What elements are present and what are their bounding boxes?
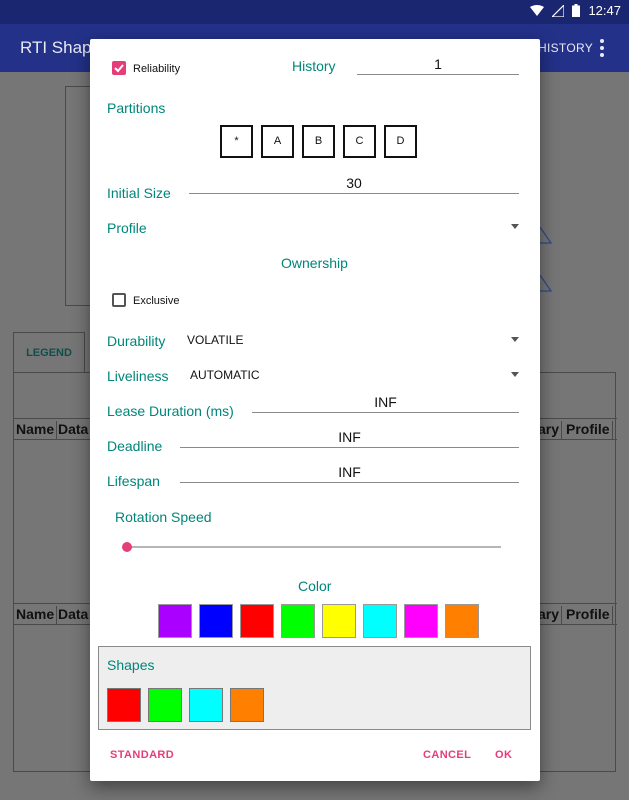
- lease-duration-input[interactable]: INF: [252, 394, 519, 410]
- signal-icon: [552, 4, 565, 17]
- clock: 12:47: [588, 3, 621, 18]
- history-input[interactable]: 1: [357, 56, 519, 72]
- initial-size-label: Initial Size: [107, 185, 171, 201]
- profile-dropdown-icon[interactable]: [511, 224, 519, 229]
- liveliness-dropdown-icon[interactable]: [511, 372, 519, 377]
- check-icon: [114, 64, 124, 73]
- rotation-speed-slider[interactable]: [126, 546, 501, 548]
- triangle-shape-icon: [538, 226, 552, 244]
- liveliness-spinner[interactable]: AUTOMATIC: [190, 368, 260, 382]
- legend-tab[interactable]: LEGEND: [13, 332, 85, 372]
- rotation-speed-slider-thumb[interactable]: [122, 542, 132, 552]
- lease-duration-label: Lease Duration (ms): [107, 403, 234, 419]
- column-header: Data: [56, 606, 92, 624]
- color-label: Color: [298, 578, 332, 594]
- history-underline: [357, 74, 519, 75]
- lifespan-input[interactable]: INF: [180, 464, 519, 480]
- color-swatch[interactable]: [199, 604, 233, 638]
- battery-icon: [572, 4, 581, 17]
- color-swatch[interactable]: [240, 604, 274, 638]
- exclusive-label: Exclusive: [133, 295, 180, 307]
- lifespan-underline: [180, 482, 519, 483]
- partition-d-button[interactable]: D: [384, 125, 417, 158]
- history-label: History: [292, 58, 336, 74]
- shape-swatch[interactable]: [230, 688, 264, 722]
- reliability-checkbox[interactable]: [112, 61, 126, 75]
- lease-duration-underline: [252, 412, 519, 413]
- color-swatch[interactable]: [445, 604, 479, 638]
- color-swatch[interactable]: [363, 604, 397, 638]
- partitions-label: Partitions: [107, 100, 166, 116]
- status-icons: 12:47: [530, 3, 621, 18]
- settings-dialog: Reliability History 1 Partitions * A B C…: [90, 39, 540, 781]
- durability-spinner[interactable]: VOLATILE: [187, 333, 243, 347]
- cancel-button[interactable]: CANCEL: [423, 749, 471, 761]
- ownership-label: Ownership: [281, 255, 348, 271]
- shape-swatch[interactable]: [148, 688, 182, 722]
- shapes-panel: Shapes: [98, 646, 531, 730]
- column-header: Name: [14, 606, 58, 624]
- status-bar: 12:47: [0, 0, 629, 24]
- partition-b-button[interactable]: B: [302, 125, 335, 158]
- color-swatch[interactable]: [281, 604, 315, 638]
- wifi-icon: [530, 5, 545, 16]
- liveliness-label: Liveliness: [107, 368, 169, 384]
- standard-button[interactable]: STANDARD: [110, 749, 174, 761]
- color-swatch[interactable]: [158, 604, 192, 638]
- triangle-shape-icon: [538, 274, 552, 292]
- partition-star-button[interactable]: *: [220, 125, 253, 158]
- more-options-icon[interactable]: [596, 37, 608, 59]
- column-header: Profile: [564, 421, 613, 439]
- shape-swatch[interactable]: [189, 688, 223, 722]
- partition-c-button[interactable]: C: [343, 125, 376, 158]
- initial-size-underline: [189, 193, 519, 194]
- column-header: Data: [56, 421, 92, 439]
- deadline-underline: [180, 447, 519, 448]
- history-button[interactable]: HISTORY: [538, 41, 593, 55]
- color-swatch[interactable]: [404, 604, 438, 638]
- initial-size-input[interactable]: 30: [189, 175, 519, 191]
- profile-label: Profile: [107, 220, 147, 236]
- partition-a-button[interactable]: A: [261, 125, 294, 158]
- ok-button[interactable]: OK: [495, 749, 512, 761]
- shapes-label: Shapes: [107, 657, 155, 673]
- rotation-speed-label: Rotation Speed: [115, 509, 212, 525]
- exclusive-checkbox[interactable]: [112, 293, 126, 307]
- reliability-label: Reliability: [133, 63, 181, 75]
- deadline-label: Deadline: [107, 438, 163, 454]
- deadline-input[interactable]: INF: [180, 429, 519, 445]
- durability-dropdown-icon[interactable]: [511, 337, 519, 342]
- shape-swatch[interactable]: [107, 688, 141, 722]
- lifespan-label: Lifespan: [107, 473, 160, 489]
- durability-label: Durability: [107, 333, 166, 349]
- color-swatch[interactable]: [322, 604, 356, 638]
- column-header: Name: [14, 421, 58, 439]
- column-header: Profile: [564, 606, 613, 624]
